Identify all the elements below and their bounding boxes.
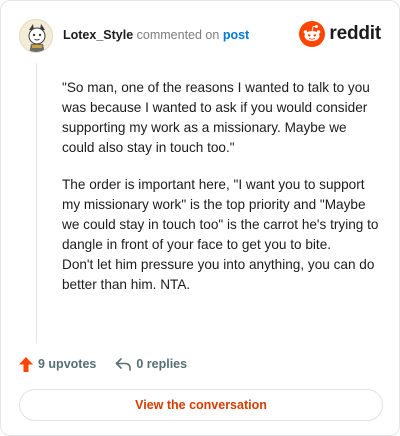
comment-actions: 9 upvotes 0 replies — [19, 353, 206, 375]
commented-label: commented on — [136, 28, 220, 42]
comment-card: Lotex_Style commented on post reddit "So… — [0, 0, 400, 436]
thread-line — [36, 63, 37, 343]
user-avatar[interactable] — [19, 19, 53, 53]
reply-button[interactable]: 0 replies — [115, 357, 187, 371]
post-link[interactable]: post — [223, 28, 249, 42]
view-conversation-button[interactable]: View the conversation — [19, 389, 383, 421]
upvote-button[interactable]: 9 upvotes — [19, 356, 97, 372]
avatar-illustration-icon — [20, 20, 52, 52]
comment-body: "So man, one of the reasons I wanted to … — [62, 78, 382, 295]
upvote-arrow-icon — [19, 356, 33, 372]
upvote-count: 9 upvotes — [38, 357, 97, 371]
comment-paragraph-3: Don't let him pressure you into anything… — [62, 257, 375, 292]
reply-arrow-icon — [116, 358, 132, 371]
comment-meta: Lotex_Style commented on post — [63, 27, 249, 43]
comment-paragraph-2: The order is important here, "I want you… — [62, 177, 379, 252]
comment-paragraph-1: "So man, one of the reasons I wanted to … — [62, 80, 370, 155]
reddit-snoo-icon — [299, 21, 326, 47]
reddit-logo[interactable]: reddit — [299, 21, 381, 47]
username-link[interactable]: Lotex_Style — [63, 28, 133, 42]
reddit-wordmark: reddit — [329, 23, 381, 44]
reply-count: 0 replies — [136, 357, 188, 371]
